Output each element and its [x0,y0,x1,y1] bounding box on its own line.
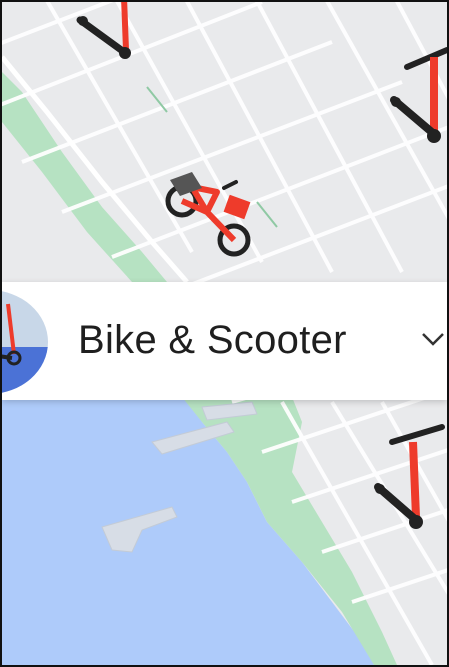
scooter-icon [2,290,48,394]
chevron-down-icon[interactable] [420,326,446,352]
mode-label: Bike & Scooter [78,318,347,362]
mode-selector[interactable]: Bike & Scooter [2,282,447,400]
screen-frame: Bike & Scooter [0,0,449,667]
